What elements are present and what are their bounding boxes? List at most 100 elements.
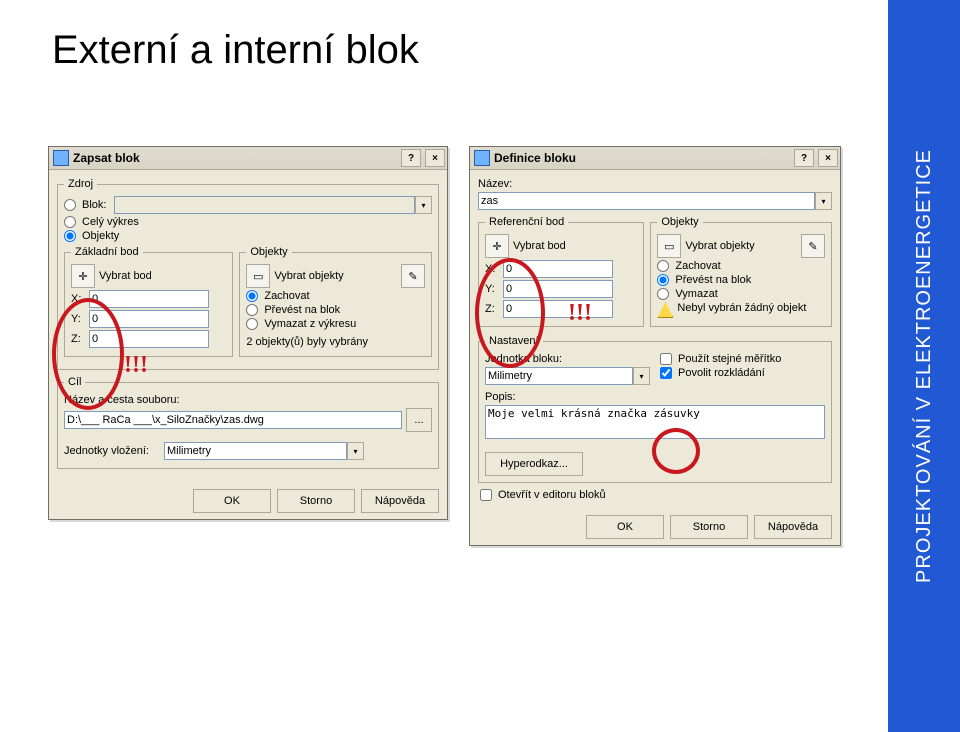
cancel-button[interactable]: Storno [670,515,748,539]
path-label: Název a cesta souboru: [64,394,432,406]
label-keep: Zachovat [264,290,309,302]
help-button-icon[interactable]: ? [794,149,814,167]
x-label: X: [485,263,499,275]
titlebar[interactable]: Zapsat blok ? × [49,147,447,170]
ref-point-group: Referenční bod ✛ Vybrat bod X: Y: Z: [478,216,644,327]
objects-count-text: 2 objekty(ů) byly vybrány [246,336,425,348]
ok-button[interactable]: OK [193,489,271,513]
quick-select-icon[interactable]: ✎ [801,234,825,258]
radio-convert[interactable] [246,304,258,316]
destination-group: Cíl Název a cesta souboru: ... Jednotky … [57,376,439,469]
source-group: Zdroj Blok: ▾ Celý výkres Objekty Základ… [57,178,439,370]
checkbox-allow-explode[interactable] [660,367,672,379]
radio-block[interactable] [64,199,76,211]
help-button[interactable]: Nápověda [361,489,439,513]
path-input[interactable] [64,411,402,429]
base-point-legend: Základní bod [71,246,143,258]
cancel-button[interactable]: Storno [277,489,355,513]
sidebar: PROJEKTOVÁNÍ V ELEKTROENERGETICE [888,0,960,732]
label-delete: Vymazat [675,288,717,300]
y-input[interactable] [503,280,613,298]
pick-point-label: Vybrat bod [99,270,152,282]
warning-text: Nebyl vybrán žádný objekt [677,302,825,314]
chevron-down-icon[interactable]: ▾ [633,367,650,385]
hyperlink-button[interactable]: Hyperodkaz... [485,452,583,476]
z-input[interactable] [503,300,613,318]
label-open-editor: Otevřít v editoru bloků [498,489,606,501]
close-icon[interactable]: × [425,149,445,167]
radio-convert[interactable] [657,274,669,286]
units-dropdown[interactable]: Milimetry [164,442,347,460]
sidebar-label: PROJEKTOVÁNÍ V ELEKTROENERGETICE [913,149,936,583]
app-icon [474,150,490,166]
objects-group: Objekty ▭ Vybrat objekty ✎ Zachovat Přev… [239,246,432,357]
objects-legend: Objekty [657,216,702,228]
settings-legend: Nastavení [485,335,543,347]
titlebar[interactable]: Definice bloku ? × [470,147,840,170]
warning-icon [657,302,673,318]
radio-whole-drawing[interactable] [64,216,76,228]
desc-input[interactable]: Moje velmi krásná značka zásuvky [485,405,825,439]
label-block: Blok: [82,199,106,211]
app-icon [53,150,69,166]
unit-dropdown[interactable]: Milimetry [485,367,633,385]
checkbox-same-scale[interactable] [660,353,672,365]
label-whole-drawing: Celý výkres [82,216,139,228]
checkbox-open-editor[interactable] [480,489,492,501]
unit-label: Jednotka bloku: [485,353,650,365]
chevron-down-icon[interactable]: ▾ [347,442,364,460]
radio-objects[interactable] [64,230,76,242]
block-dropdown[interactable] [114,196,415,214]
pick-point-icon[interactable]: ✛ [485,234,509,258]
pick-point-label: Vybrat bod [513,240,566,252]
help-button[interactable]: Nápověda [754,515,832,539]
name-label: Název: [478,178,832,190]
objects-group: Objekty ▭ Vybrat objekty ✎ Zachovat Přev… [650,216,832,327]
name-input[interactable] [478,192,815,210]
dialog-title: Definice bloku [494,151,576,165]
browse-button[interactable]: ... [406,408,432,432]
ok-button[interactable]: OK [586,515,664,539]
radio-delete[interactable] [657,288,669,300]
quick-select-icon[interactable]: ✎ [401,264,425,288]
label-convert: Převést na blok [675,274,751,286]
pick-point-icon[interactable]: ✛ [71,264,95,288]
label-convert: Převést na blok [264,304,340,316]
dialog-title: Zapsat blok [73,151,140,165]
source-legend: Zdroj [64,178,97,190]
x-input[interactable] [89,290,209,308]
label-allow-explode: Povolit rozkládání [678,367,765,379]
ref-point-legend: Referenční bod [485,216,568,228]
x-input[interactable] [503,260,613,278]
z-input[interactable] [89,330,209,348]
y-label: Y: [485,283,499,295]
label-same-scale: Použít stejné měřítko [678,353,781,365]
close-icon[interactable]: × [818,149,838,167]
settings-group: Nastavení Jednotka bloku: Milimetry ▾ Po… [478,335,832,483]
help-button-icon[interactable]: ? [401,149,421,167]
radio-delete[interactable] [246,318,258,330]
pick-objects-label: Vybrat objekty [685,240,754,252]
chevron-down-icon[interactable]: ▾ [415,196,432,214]
base-point-group: Základní bod ✛ Vybrat bod X: Y: Z: [64,246,233,357]
page-title: Externí a interní blok [52,28,419,73]
label-keep: Zachovat [675,260,720,272]
label-objects: Objekty [82,230,119,242]
objects-legend: Objekty [246,246,291,258]
pick-objects-icon[interactable]: ▭ [657,234,681,258]
desc-label: Popis: [485,391,825,403]
z-label: Z: [71,333,85,345]
y-input[interactable] [89,310,209,328]
radio-keep[interactable] [246,290,258,302]
label-delete: Vymazat z výkresu [264,318,356,330]
pick-objects-label: Vybrat objekty [274,270,343,282]
destination-legend: Cíl [64,376,85,388]
chevron-down-icon[interactable]: ▾ [815,192,832,210]
z-label: Z: [485,303,499,315]
radio-keep[interactable] [657,260,669,272]
dialog-define-block: Definice bloku ? × Název: ▾ Referenční b… [469,146,841,546]
pick-objects-icon[interactable]: ▭ [246,264,270,288]
y-label: Y: [71,313,85,325]
units-label: Jednotky vložení: [64,445,160,457]
x-label: X: [71,293,85,305]
